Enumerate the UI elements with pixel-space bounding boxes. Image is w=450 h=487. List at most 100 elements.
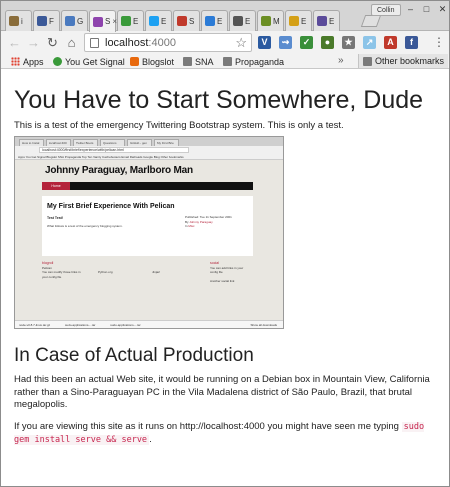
browser-tab[interactable]: E — [313, 10, 340, 31]
extension-icon[interactable]: ↗ — [363, 36, 376, 49]
toolbar: ← → ↻ ⌂ localhost:4000 ☆ V ⇝ ✓ ● ★ ↗ Af ⋮ — [1, 31, 449, 54]
tab-favicon-icon — [9, 16, 19, 26]
browser-tab[interactable]: E — [229, 10, 256, 31]
browser-tab[interactable]: M — [257, 10, 284, 31]
browser-tab[interactable]: G — [61, 10, 88, 31]
browser-window: i F G S × E E S E E M E E Collin – □ ✕ ← → ↻ ⌂ local… — [0, 0, 450, 487]
screenshot-post: My First Brief Experience With Pelican T… — [42, 196, 253, 256]
extension-icon[interactable]: V — [258, 36, 271, 49]
screenshot-tab: GitHub - gen — [127, 139, 152, 146]
apps-grid-icon — [11, 57, 20, 66]
browser-tab[interactable]: S × — [89, 10, 117, 32]
bookmark-other[interactable]: Other bookmarks — [358, 54, 449, 68]
tab-favicon-icon — [205, 16, 215, 26]
screenshot-jinja-link: Jinja2 — [152, 270, 160, 274]
screenshot-tab: Twitter Boots — [73, 139, 98, 146]
screenshot-tab: How to Instal — [19, 139, 44, 146]
tab-title: E — [217, 16, 223, 26]
screenshot-toolbar: localhost:4000/first/brief/experience/wi… — [15, 146, 283, 154]
bookmark-star-icon[interactable]: ☆ — [235, 35, 247, 51]
browser-tab[interactable]: E — [285, 10, 312, 31]
bookmark-propaganda[interactable]: Propaganda — [223, 55, 284, 68]
tab-favicon-icon — [65, 16, 75, 26]
folder-icon — [363, 56, 372, 66]
screenshot-nav-home: Home — [42, 182, 70, 190]
screenshot-tab: localhost:400 — [46, 139, 71, 146]
intro-text: This is a test of the emergency Twitteri… — [14, 120, 344, 131]
browser-tab[interactable]: S — [173, 10, 200, 31]
page-content: You Have to Start Somewhere, Dude This i… — [1, 70, 449, 486]
screenshot-tab: My First Brie — [154, 139, 179, 146]
tab-favicon-icon — [261, 16, 271, 26]
page-info-icon[interactable] — [90, 38, 99, 48]
screenshot-tab: Questions — [100, 139, 125, 146]
tab-title: E — [329, 16, 335, 26]
url-text: localhost:4000 — [105, 37, 176, 49]
browser-tab[interactable]: E — [201, 10, 228, 31]
minimize-icon[interactable]: – — [403, 4, 418, 15]
tab-favicon-icon — [289, 16, 299, 26]
bookmarks-bar: Apps You Get Signal Blogslot SNA Propaga… — [1, 54, 449, 69]
signal-icon — [53, 57, 62, 66]
embedded-screenshot: How to Instal localhost:400 Twitter Boots Q… — [14, 136, 284, 329]
screenshot-page: Johnny Paraguay, Marlboro Man Home My Fi… — [15, 160, 283, 320]
tab-close-icon[interactable]: × — [112, 17, 117, 26]
tab-title: i — [21, 16, 23, 26]
maximize-icon[interactable]: □ — [419, 4, 434, 15]
tab-favicon-icon — [93, 16, 103, 27]
close-window-icon[interactable]: ✕ — [435, 4, 449, 15]
tab-favicon-icon — [317, 16, 327, 26]
screenshot-downloads-bar: node-v0.8.7-linux.tar.gz sudo-applicatio… — [15, 320, 283, 328]
screenshot-site-title: Johnny Paraguay, Marlboro Man — [45, 165, 193, 176]
tab-favicon-icon — [149, 16, 159, 26]
tab-title: E — [161, 16, 167, 26]
folder-icon — [183, 57, 192, 66]
tab-title: F — [49, 16, 54, 26]
browser-tab[interactable]: E — [117, 10, 144, 31]
extension-icon[interactable]: f — [405, 36, 418, 49]
new-tab-button[interactable] — [360, 15, 382, 27]
back-icon[interactable]: ← — [7, 35, 22, 50]
browser-tab[interactable]: i — [5, 10, 32, 31]
bookmarks-overflow-icon[interactable]: » — [338, 55, 344, 66]
paragraph-localhost: If you are viewing this site as it runs … — [14, 421, 425, 445]
folder-icon — [223, 57, 232, 66]
paragraph-production: Had this been an actual Web site, it wou… — [14, 374, 430, 410]
tab-title: E — [133, 16, 139, 26]
screenshot-blogroll: blogroll Pelican You can modify those li… — [42, 261, 81, 279]
browser-tab[interactable]: F — [33, 10, 60, 31]
tab-title: M — [273, 16, 280, 26]
extension-icon[interactable]: A — [384, 36, 397, 49]
menu-icon[interactable]: ⋮ — [433, 35, 445, 50]
home-icon[interactable]: ⌂ — [64, 35, 79, 50]
screenshot-footer: blogroll Pelican You can modify those li… — [42, 261, 253, 313]
bookmark-you-get-signal[interactable]: You Get Signal — [53, 55, 125, 68]
screenshot-tab-strip: How to Instal localhost:400 Twitter Boots Q… — [15, 137, 283, 146]
screenshot-social: social You can add links in your config … — [210, 261, 244, 283]
tab-title: G — [77, 16, 84, 26]
profile-button[interactable]: Collin — [371, 4, 401, 16]
tab-favicon-icon — [233, 16, 243, 26]
screenshot-url: localhost:4000/first/brief/experience/wi… — [39, 147, 189, 153]
extension-icon[interactable]: ★ — [342, 36, 355, 49]
forward-icon[interactable]: → — [26, 35, 41, 50]
tab-favicon-icon — [121, 16, 131, 26]
address-bar[interactable]: localhost:4000 ☆ — [84, 33, 252, 52]
tab-favicon-icon — [177, 16, 187, 26]
section-heading: In Case of Actual Production — [14, 345, 254, 366]
page-title: You Have to Start Somewhere, Dude — [14, 86, 424, 114]
bookmark-blogslot[interactable]: Blogslot — [130, 55, 174, 68]
extension-icon[interactable]: ⇝ — [279, 36, 292, 49]
bookmark-apps[interactable]: Apps — [11, 55, 44, 68]
extension-icon[interactable]: ✓ — [300, 36, 313, 49]
screenshot-post-text: What follows is a test of the emergency … — [47, 224, 123, 228]
reload-icon[interactable]: ↻ — [45, 35, 60, 50]
tab-title: E — [245, 16, 251, 26]
screenshot-post-subtitle: Test Test! — [47, 216, 64, 220]
tab-strip: i F G S × E E S E E M E E Collin – □ ✕ — [1, 1, 449, 32]
browser-tab[interactable]: E — [145, 10, 172, 31]
bookmark-sna[interactable]: SNA — [183, 55, 214, 68]
extension-icon[interactable]: ● — [321, 36, 334, 49]
tab-favicon-icon — [37, 16, 47, 26]
screenshot-post-meta: Published: Tue 11 September 2001 By John… — [185, 215, 232, 228]
